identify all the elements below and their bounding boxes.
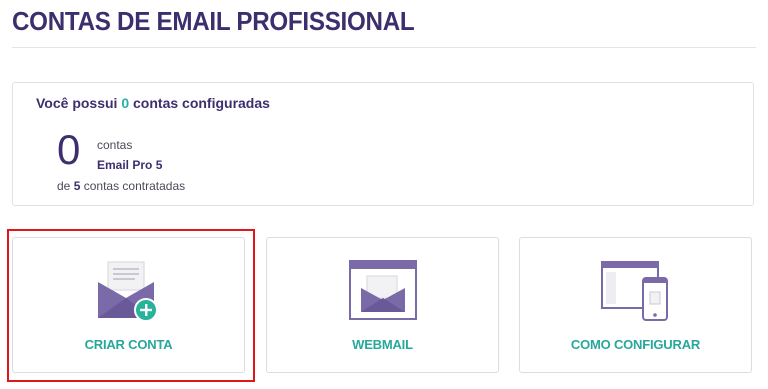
title-divider [12,47,756,48]
devices-icon [600,260,672,329]
how-to-configure-button[interactable]: COMO CONFIGURAR [519,237,752,373]
how-to-configure-label: COMO CONFIGURAR [570,337,701,352]
accounts-count: 0 [57,126,81,173]
summary-heading-prefix: Você possui [36,95,118,111]
contracted-suffix: contas contratadas [83,179,186,193]
accounts-unit: contas [97,138,133,152]
envelope-plus-icon [94,260,164,327]
webmail-window-icon [348,260,417,327]
contracted-accounts: de 5 contas contratadas [57,179,185,193]
configured-count: 0 [121,95,130,111]
webmail-button[interactable]: WEBMAIL [266,237,499,373]
create-account-label: CRIAR CONTA [84,337,173,352]
summary-heading: Você possui 0 contas configuradas [36,95,270,111]
plan-name: Email Pro 5 [97,158,163,172]
webmail-label: WEBMAIL [352,337,413,352]
page-title: CONTAS DE EMAIL PROFISSIONAL [12,6,415,36]
create-account-button[interactable]: CRIAR CONTA [12,237,245,373]
contracted-prefix: de [57,179,71,193]
contracted-count: 5 [73,179,81,193]
accounts-summary-card: Você possui 0 contas configuradas 0 cont… [12,82,754,206]
summary-heading-suffix: contas configuradas [133,95,270,111]
